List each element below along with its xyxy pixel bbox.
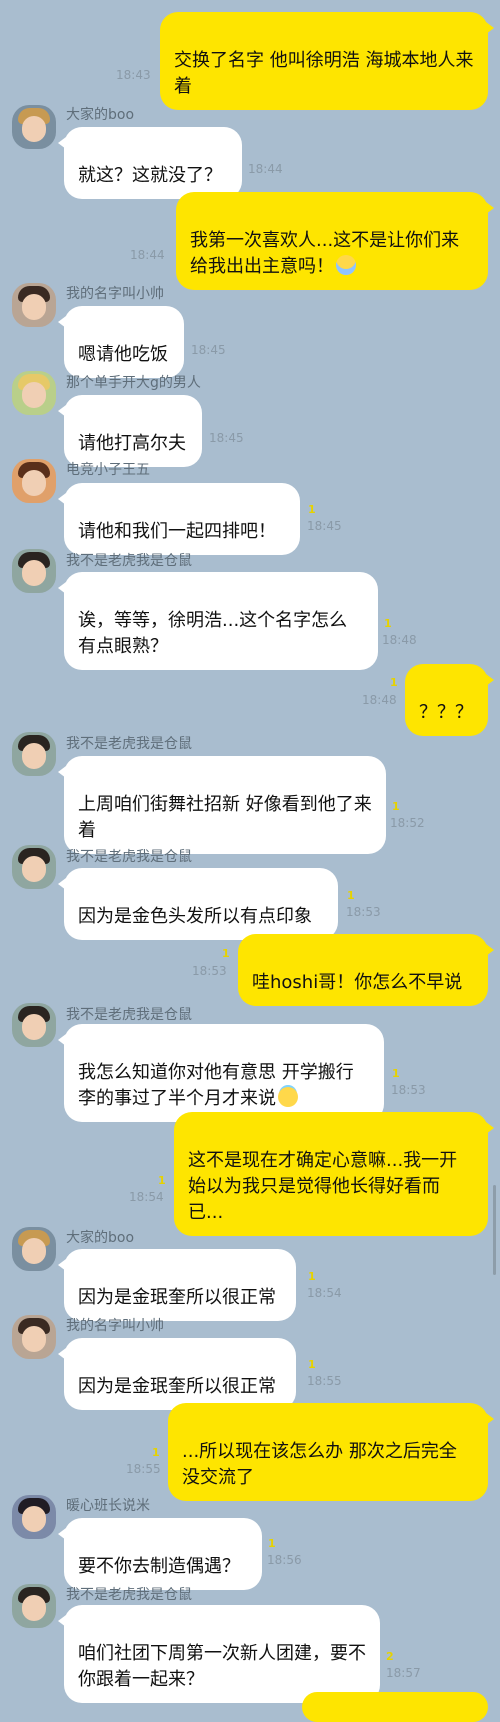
message-text: 哇hoshi哥！你怎么不早说 — [252, 972, 463, 993]
message-bubble-incoming[interactable]: 诶，等等，徐明浩...这个名字怎么有点眼熟？ — [58, 572, 378, 670]
scrollbar[interactable] — [493, 1185, 496, 1275]
sender-name: 电竞小子王五 — [66, 462, 150, 478]
sender-name: 我不是老虎我是仓鼠 — [66, 736, 192, 752]
message-text: 就这？这就没了？ — [78, 165, 222, 186]
message-bubble-incoming[interactable]: 要不你去制造偶遇？ — [58, 1518, 262, 1590]
sender-name: 我的名字叫小帅 — [66, 286, 164, 302]
message-time: 18:45 — [307, 519, 342, 533]
message-bubble-incoming[interactable]: 咱们社团下周第一次新人团建，要不你跟着一起来？ — [58, 1605, 380, 1703]
message-bubble-incoming[interactable]: 我怎么知道你对他有意思 开学搬行李的事过了半个月才来说 — [58, 1024, 384, 1122]
message-time: 18:45 — [209, 431, 244, 445]
message-bubble-outgoing[interactable]: 交换了名字 他叫徐明浩 海城本地人来着 — [160, 12, 494, 110]
message-time: 18:48 — [382, 633, 417, 647]
message-time: 18:53 — [391, 1083, 426, 1097]
unread-count: 1 — [268, 1537, 276, 1550]
message-time: 18:55 — [307, 1374, 342, 1388]
sender-name: 大家的boo — [66, 107, 135, 123]
avatar[interactable] — [12, 1315, 56, 1359]
message-time: 18:43 — [116, 68, 151, 82]
unread-count: 1 — [158, 1174, 166, 1187]
message-time: 18:54 — [129, 1190, 164, 1204]
unread-count: 1 — [392, 800, 400, 813]
message-text: 嗯请他吃饭 — [78, 344, 168, 365]
avatar[interactable] — [12, 1584, 56, 1628]
message-time: 18:48 — [362, 693, 397, 707]
message-bubble-incoming[interactable]: 请他打高尔夫 — [58, 395, 202, 467]
message-time: 18:52 — [390, 816, 425, 830]
avatar[interactable] — [12, 1003, 56, 1047]
smiling-face-with-halo-icon — [278, 1087, 298, 1107]
message-text: 请他打高尔夫 — [78, 433, 186, 454]
message-text: ...所以现在该怎么办 那次之后完全没交流了 — [182, 1441, 457, 1488]
message-bubble-incoming[interactable]: 请他和我们一起四排吧！ — [58, 483, 300, 555]
message-bubble-outgoing[interactable]: 这不是现在才确定心意嘛...我一开始以为我只是觉得他长得好看而已... — [174, 1112, 494, 1236]
sender-name: 我的名字叫小帅 — [66, 1318, 164, 1334]
message-text: 上周咱们街舞社招新 好像看到他了来着 — [78, 794, 372, 841]
unread-count: 1 — [384, 617, 392, 630]
message-bubble-outgoing[interactable]: 哇hoshi哥！你怎么不早说 — [238, 934, 494, 1006]
message-time: 18:45 — [191, 343, 226, 357]
unread-count: 2 — [386, 1650, 394, 1663]
unread-count: 1 — [392, 1067, 400, 1080]
avatar[interactable] — [12, 845, 56, 889]
message-text: 我怎么知道你对他有意思 开学搬行李的事过了半个月才来说 — [78, 1062, 354, 1109]
unread-count: 1 — [152, 1446, 160, 1459]
message-time: 18:57 — [386, 1666, 421, 1680]
sender-name: 我不是老虎我是仓鼠 — [66, 1007, 192, 1023]
message-bubble-incoming[interactable]: 上周咱们街舞社招新 好像看到他了来着 — [58, 756, 386, 854]
sender-name: 暖心班长说米 — [66, 1498, 150, 1514]
message-text: 因为是金珉奎所以很正常 — [78, 1376, 276, 1397]
avatar[interactable] — [12, 1495, 56, 1539]
message-bubble-outgoing[interactable]: ？？？ — [405, 664, 494, 736]
unread-count: 1 — [222, 947, 230, 960]
message-text: ？？？ — [419, 702, 473, 723]
message-text: 交换了名字 他叫徐明浩 海城本地人来着 — [174, 50, 474, 97]
message-time: 18:53 — [192, 964, 227, 978]
message-text: 咱们社团下周第一次新人团建，要不你跟着一起来？ — [78, 1643, 366, 1690]
unread-count: 1 — [308, 503, 316, 516]
message-text: 我第一次喜欢人...这不是让你们来给我出出主意吗！ — [190, 230, 460, 277]
avatar[interactable] — [12, 371, 56, 415]
message-bubble-outgoing[interactable]: ...所以现在该怎么办 那次之后完全没交流了 — [168, 1403, 494, 1501]
unread-count: 1 — [308, 1270, 316, 1283]
unread-count: 1 — [308, 1358, 316, 1371]
avatar[interactable] — [12, 105, 56, 149]
sender-name: 我不是老虎我是仓鼠 — [66, 1587, 192, 1603]
message-time: 18:44 — [248, 162, 283, 176]
message-bubble-incoming[interactable]: 因为是金珉奎所以很正常 — [58, 1249, 296, 1321]
message-time: 18:44 — [130, 248, 165, 262]
message-time: 18:55 — [126, 1462, 161, 1476]
avatar[interactable] — [12, 283, 56, 327]
message-text: 因为是金色头发所以有点印象 — [78, 906, 312, 927]
message-bubble-outgoing-partial[interactable] — [302, 1692, 488, 1722]
message-time: 18:56 — [267, 1553, 302, 1567]
sender-name: 我不是老虎我是仓鼠 — [66, 849, 192, 865]
message-text: 要不你去制造偶遇？ — [78, 1556, 240, 1577]
avatar[interactable] — [12, 459, 56, 503]
face-screaming-in-fear-icon — [336, 255, 356, 275]
message-text: 诶，等等，徐明浩...这个名字怎么有点眼熟？ — [78, 610, 348, 657]
unread-count: 1 — [347, 889, 355, 902]
message-time: 18:54 — [307, 1286, 342, 1300]
sender-name: 那个单手开大g的男人 — [66, 375, 201, 391]
avatar[interactable] — [12, 732, 56, 776]
message-bubble-outgoing[interactable]: 我第一次喜欢人...这不是让你们来给我出出主意吗！ — [176, 192, 494, 290]
message-text: 因为是金珉奎所以很正常 — [78, 1287, 276, 1308]
message-text: 请他和我们一起四排吧！ — [78, 521, 276, 542]
message-bubble-incoming[interactable]: 因为是金色头发所以有点印象 — [58, 868, 338, 940]
avatar[interactable] — [12, 1227, 56, 1271]
avatar[interactable] — [12, 549, 56, 593]
message-time: 18:53 — [346, 905, 381, 919]
message-text: 这不是现在才确定心意嘛...我一开始以为我只是觉得他长得好看而已... — [188, 1150, 458, 1223]
message-bubble-incoming[interactable]: 嗯请他吃饭 — [58, 306, 184, 378]
sender-name: 大家的boo — [66, 1230, 135, 1246]
sender-name: 我不是老虎我是仓鼠 — [66, 553, 192, 569]
unread-count: 1 — [390, 676, 398, 689]
message-bubble-incoming[interactable]: 因为是金珉奎所以很正常 — [58, 1338, 296, 1410]
message-bubble-incoming[interactable]: 就这？这就没了？ — [58, 127, 242, 199]
